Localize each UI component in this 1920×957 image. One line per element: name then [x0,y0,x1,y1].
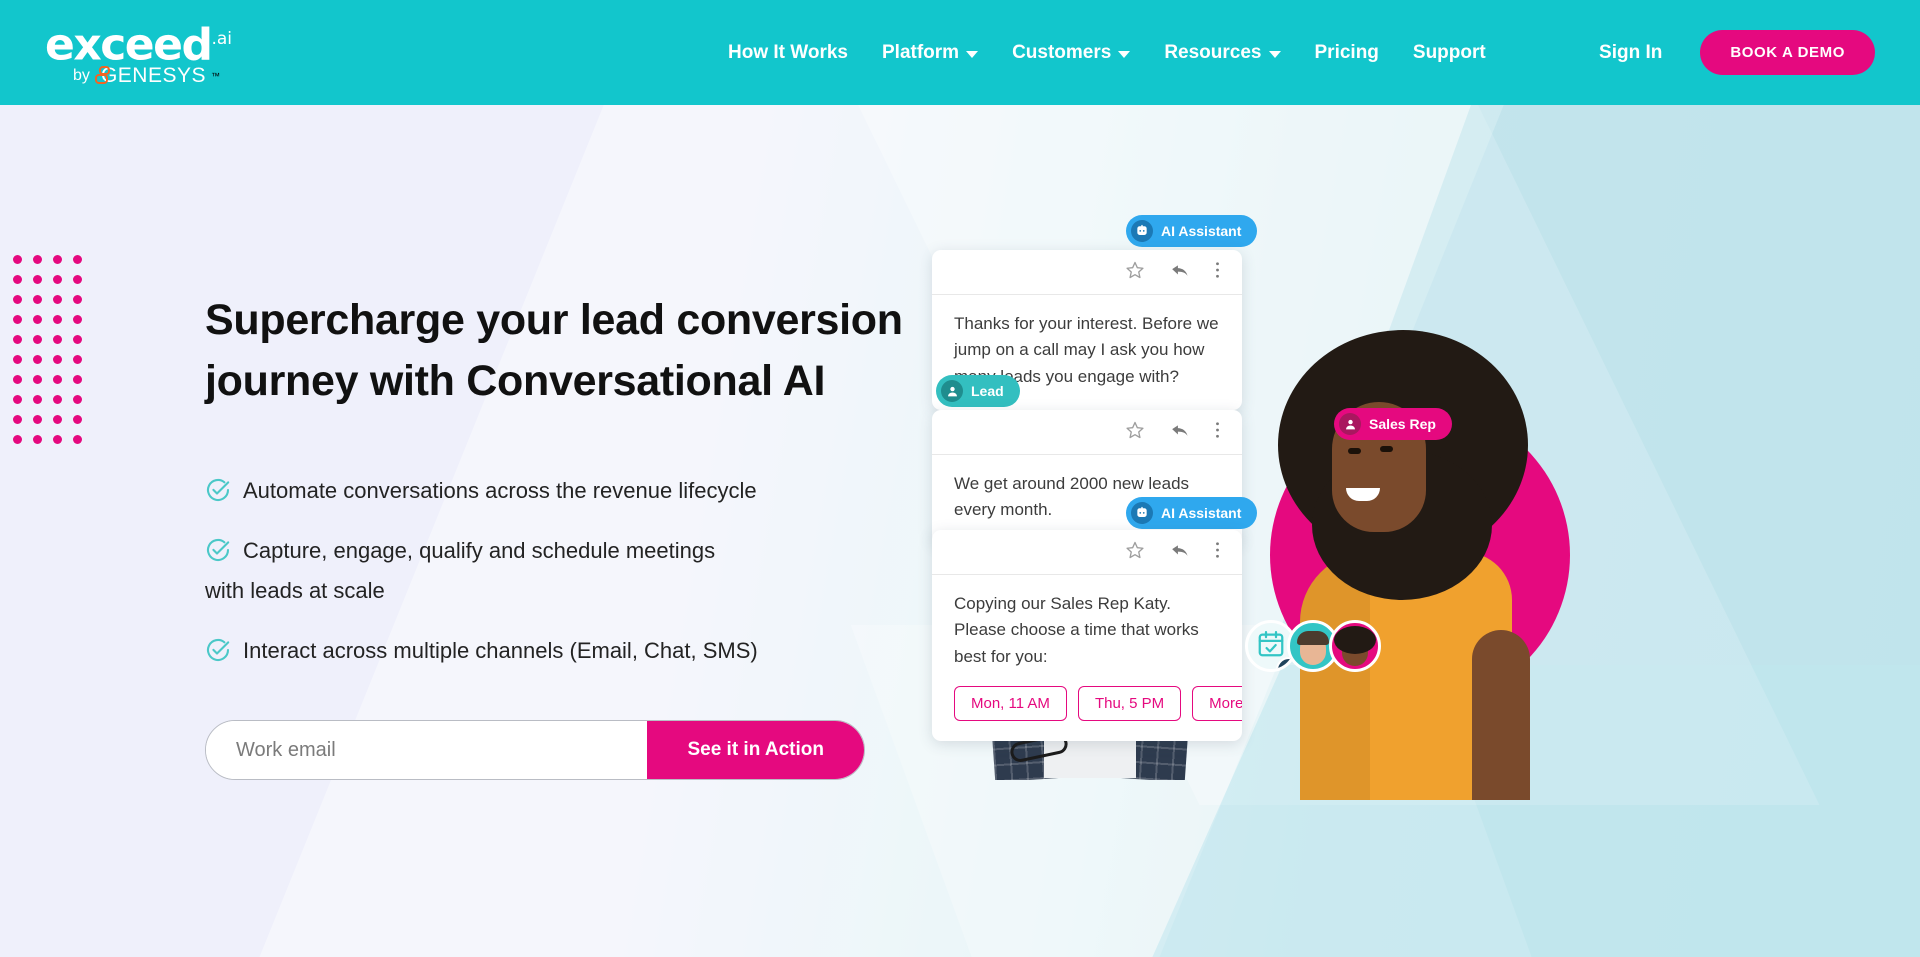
person-photo-icon [1297,631,1329,665]
nav-label: Customers [1012,41,1112,63]
site-header: exceed.ai by GENESYS ™ How It Works Platf… [0,0,1920,105]
robot-icon [1131,502,1153,524]
decorative-dot-grid [13,255,93,455]
person-icon [1339,413,1361,435]
badge-label: Sales Rep [1369,416,1436,432]
check-circle-icon [205,477,231,508]
status-badge-ai-assistant: AI Assistant [1126,497,1258,529]
robot-icon [1131,220,1153,242]
quick-reply-thu-5pm[interactable]: Thu, 5 PM [1077,686,1182,722]
reply-icon[interactable] [1170,420,1190,445]
check-circle-icon [205,637,231,668]
nav-item-customers[interactable]: Customers [1012,41,1131,64]
status-badge-ai-assistant: AI Assistant [1126,215,1258,247]
card-toolbar [932,250,1242,295]
more-vertical-icon[interactable] [1215,420,1220,445]
nav-item-pricing[interactable]: Pricing [1315,42,1379,64]
bullet-label-continuation: with leads at scale [205,578,385,604]
sign-in-link[interactable]: Sign In [1599,42,1662,64]
hero-illustration: AI Assistant Thanks for your interest. B… [932,105,1920,957]
nav-label: How It Works [728,41,848,63]
sales-rep-person-photo [1260,330,1560,800]
brand-logo[interactable]: exceed.ai by GENESYS ™ [45,17,232,88]
nav-item-how-it-works[interactable]: How It Works [728,42,848,64]
list-item: Capture, engage, qualify and schedule me… [205,534,995,568]
feature-bullet-list: Automate conversations across the revenu… [205,474,995,668]
logo-by-genesys: by GENESYS ™ [73,64,220,88]
genesys-mark-icon [94,65,110,86]
genesys-tm: ™ [211,70,220,81]
nav-item-support[interactable]: Support [1413,42,1486,64]
see-it-in-action-button[interactable]: See it in Action [647,721,864,780]
star-icon[interactable] [1125,420,1145,445]
nav-label: Resources [1164,41,1262,63]
nav-label: Platform [882,41,960,63]
page-title: Supercharge your lead conversion journey… [205,296,903,406]
reply-icon[interactable] [1170,540,1190,565]
primary-navigation: How It Works Platform Customers Resource… [728,0,1486,105]
chevron-down-icon [1268,51,1281,58]
work-email-input[interactable] [206,721,648,780]
badge-label: AI Assistant [1161,223,1242,239]
check-circle-icon [205,537,231,568]
lead-capture-form: See it in Action [205,720,865,781]
bullet-label: Interact across multiple channels (Email… [243,638,758,664]
nav-item-resources[interactable]: Resources [1164,41,1281,64]
badge-label: AI Assistant [1161,505,1242,521]
participant-avatar-group [1245,620,1381,672]
logo-ai-suffix: .ai [211,29,233,49]
genesys-wordmark: GENESYS [100,63,206,87]
nav-label: Pricing [1314,41,1379,63]
list-item: Interact across multiple channels (Email… [205,634,995,668]
landing-page: exceed.ai by GENESYS ™ How It Works Platf… [0,0,1920,957]
more-vertical-icon[interactable] [1215,540,1220,565]
bullet-label: Automate conversations across the revenu… [243,478,757,504]
list-item: Automate conversations across the revenu… [205,474,995,508]
star-icon[interactable] [1125,540,1145,565]
nav-item-platform[interactable]: Platform [882,41,979,64]
chevron-down-icon [966,51,979,58]
more-vertical-icon[interactable] [1215,260,1220,285]
quick-reply-more-options[interactable]: More options [1192,686,1242,722]
logo-wordmark: exceed.ai [45,17,232,68]
lead-person-avatar [1329,620,1381,672]
reply-icon[interactable] [1170,260,1190,285]
nav-label: Support [1412,41,1486,63]
book-a-demo-button[interactable]: BOOK A DEMO [1700,30,1875,75]
header-actions: Sign In BOOK A DEMO [1599,0,1875,105]
hero-content: Supercharge your lead conversion journey… [205,290,995,781]
star-icon[interactable] [1125,260,1145,285]
status-badge-sales-rep: Sales Rep [1334,408,1452,440]
logo-by-label: by [73,66,90,84]
chevron-down-icon [1118,51,1131,58]
person-photo-icon [1334,626,1376,666]
bullet-label: Capture, engage, qualify and schedule me… [243,538,716,564]
